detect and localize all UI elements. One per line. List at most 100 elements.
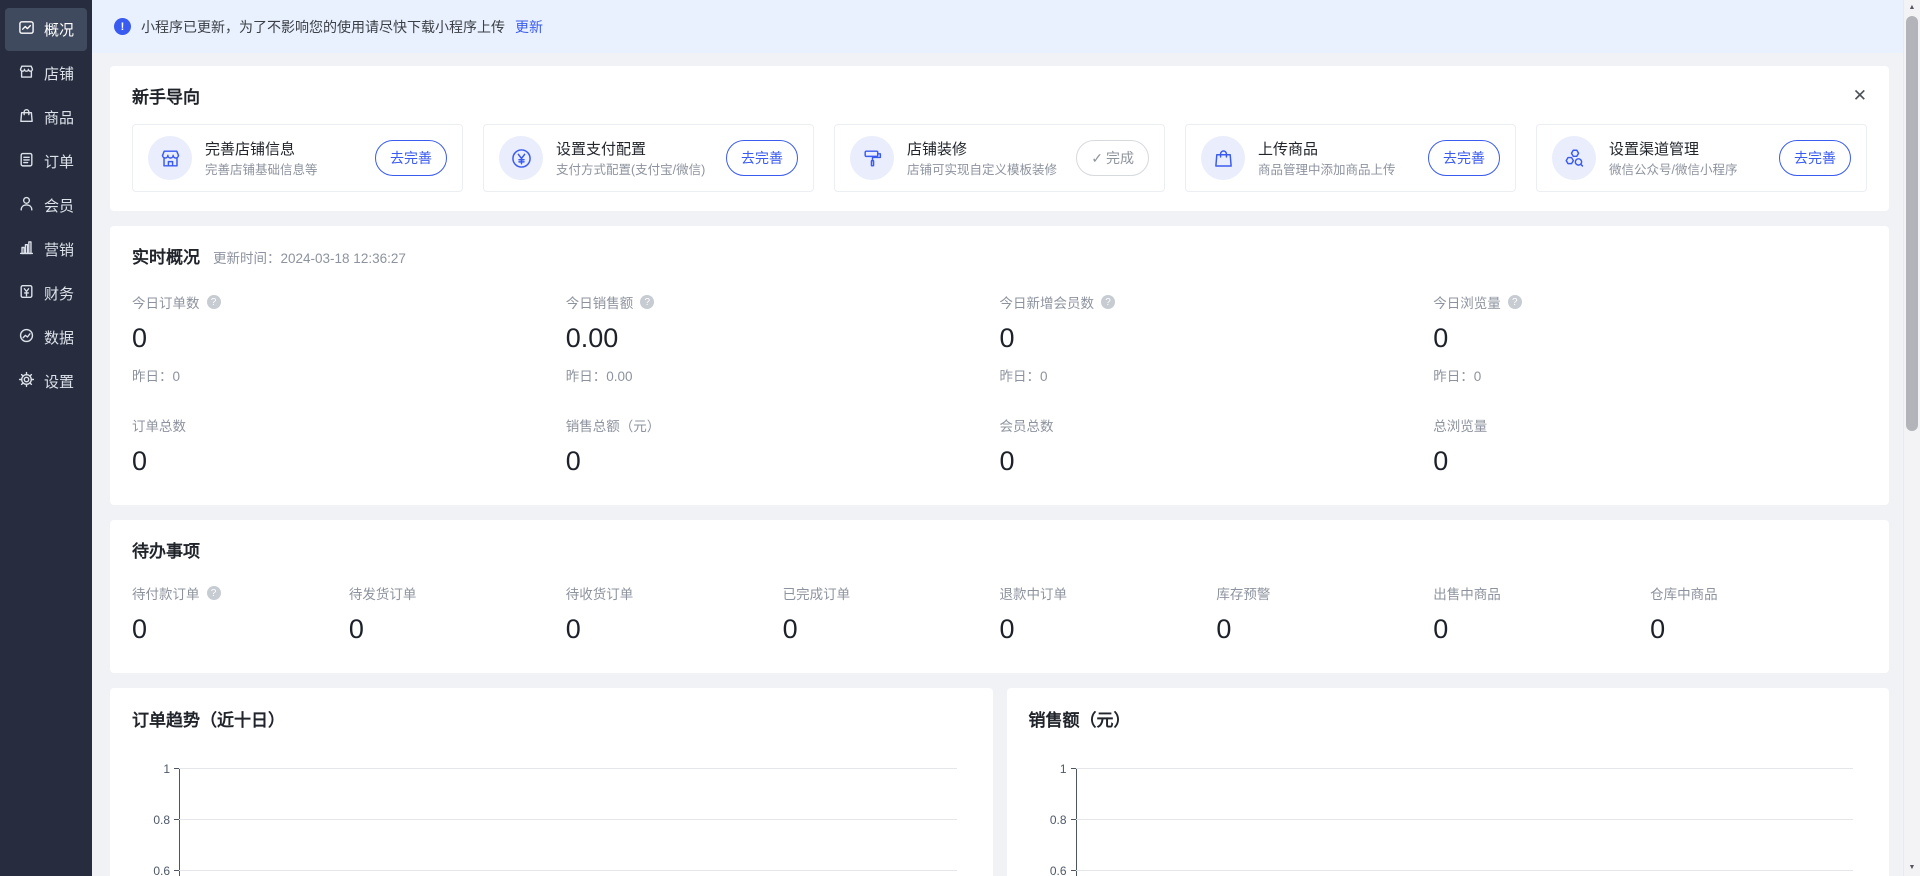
y-tick-label: 0.6 [1050,864,1067,876]
marketing-icon [18,239,35,260]
help-icon[interactable]: ? [640,295,654,309]
order-trend-title: 订单趋势（近十日） [132,706,971,731]
sidebar-item-label: 商品 [44,107,74,128]
stat-today-orders: 今日订单数? 0 昨日：0 [132,292,566,385]
todo-warehouse-goods: 仓库中商品 0 [1650,583,1867,645]
sidebar-item-goods[interactable]: 商品 [5,96,87,139]
help-icon[interactable]: ? [1508,295,1522,309]
sidebar-item-label: 订单 [44,151,74,172]
todo-pending-receipt: 待收货订单 0 [566,583,783,645]
sidebar-item-marketing[interactable]: 营销 [5,228,87,271]
y-tick-label: 1 [163,762,170,776]
stat-value: 0 [132,446,566,477]
todo-completed-orders: 已完成订单 0 [783,583,1000,645]
newbie-guide-card: 新手导向 ✕ 完善店铺信息 完善店铺基础信息等 去完善 [110,66,1889,211]
guide-item-title: 完善店铺信息 [205,141,295,158]
order-icon [18,151,35,172]
guide-item-title: 上传商品 [1258,141,1318,158]
info-icon: ! [114,18,131,35]
sidebar-item-label: 营销 [44,239,74,260]
stat-total-orders: 订单总数 0 [132,415,566,477]
help-icon[interactable]: ? [207,586,221,600]
sidebar-item-order[interactable]: 订单 [5,140,87,183]
stat-yesterday: 昨日：0 [132,365,566,385]
stat-value: 0.00 [566,323,1000,354]
scrollbar-thumb[interactable] [1906,16,1918,431]
todo-value: 0 [1000,614,1217,645]
order-trend-chart-card: 订单趋势（近十日） 1 0.8 0.6 0.4 [110,688,993,876]
go-complete-button[interactable]: 去完善 [726,140,798,176]
y-axis [1076,768,1077,876]
close-icon[interactable]: ✕ [1853,87,1867,104]
update-time: 更新时间：2024-03-18 12:36:27 [213,247,406,267]
y-tick-label: 1 [1060,762,1067,776]
guide-item-subtitle: 商品管理中添加商品上传 [1258,163,1396,177]
y-tick-label: 0.6 [153,864,170,876]
stat-total-pageviews: 总浏览量 0 [1433,415,1867,477]
todo-pending-shipment: 待发货订单 0 [349,583,566,645]
channel-icon [1552,136,1596,180]
guide-item-subtitle: 支付方式配置(支付宝/微信) [556,163,705,177]
guide-item-shop-decorate: 店铺装修 店铺可实现自定义模板装修 ✓完成 [834,124,1165,192]
sidebar-item-label: 店铺 [44,63,74,84]
realtime-overview-card: 实时概况 更新时间：2024-03-18 12:36:27 今日订单数? 0 昨… [110,226,1889,505]
overview-icon [18,19,35,40]
decorate-icon [850,136,894,180]
app-window: 概况 店铺 商品 订单 会员 营销 财务 数据 [0,0,1920,876]
go-complete-button[interactable]: 去完善 [375,140,447,176]
stat-yesterday: 昨日：0.00 [566,365,1000,385]
guide-item-subtitle: 完善店铺基础信息等 [205,163,318,177]
todo-value: 0 [132,614,349,645]
pay-icon [499,136,543,180]
guide-item-channel-manage: 设置渠道管理 微信公众号/微信小程序 去完善 [1536,124,1867,192]
sidebar: 概况 店铺 商品 订单 会员 营销 财务 数据 [0,0,92,876]
stat-value: 0 [566,446,1000,477]
check-icon: ✓ [1091,150,1103,166]
member-icon [18,195,35,216]
y-tick-label: 0.8 [153,813,170,827]
help-icon[interactable]: ? [207,295,221,309]
scroll-down-icon[interactable]: ▼ [1904,864,1920,871]
guide-item-upload-goods: 上传商品 商品管理中添加商品上传 去完善 [1185,124,1516,192]
sidebar-item-settings[interactable]: 设置 [5,360,87,403]
todo-value: 0 [566,614,783,645]
guide-item-subtitle: 店铺可实现自定义模板装修 [907,163,1057,177]
y-axis [179,768,180,876]
go-complete-button[interactable]: 去完善 [1779,140,1851,176]
sidebar-item-label: 概况 [44,19,74,40]
store-icon [148,136,192,180]
sidebar-item-finance[interactable]: 财务 [5,272,87,315]
go-complete-button[interactable]: 去完善 [1428,140,1500,176]
guide-item-store-info: 完善店铺信息 完善店铺基础信息等 去完善 [132,124,463,192]
notice-bar: ! 小程序已更新，为了不影响您的使用请尽快下载小程序上传 更新 [92,0,1903,53]
sidebar-item-label: 会员 [44,195,74,216]
settings-icon [18,371,35,392]
stat-total-members: 会员总数 0 [1000,415,1434,477]
order-trend-plot: 1 0.8 0.6 0.4 [179,768,957,876]
y-tick-label: 0.8 [1050,813,1067,827]
todo-value: 0 [1216,614,1433,645]
vertical-scrollbar[interactable]: ▲ ▼ [1903,0,1920,876]
help-icon[interactable]: ? [1101,295,1115,309]
stat-value: 0 [1000,323,1434,354]
sidebar-item-member[interactable]: 会员 [5,184,87,227]
guide-item-title: 店铺装修 [907,141,967,158]
stat-value: 0 [1433,446,1867,477]
scroll-up-icon[interactable]: ▲ [1904,4,1920,11]
stat-today-new-members: 今日新增会员数? 0 昨日：0 [1000,292,1434,385]
stat-value: 0 [1433,323,1867,354]
notice-update-link[interactable]: 更新 [515,17,543,37]
todo-stock-warning: 库存预警 0 [1216,583,1433,645]
sidebar-item-shop[interactable]: 店铺 [5,52,87,95]
stat-total-sales: 销售总额（元） 0 [566,415,1000,477]
newbie-guide-title: 新手导向 [132,83,200,108]
sidebar-item-overview[interactable]: 概况 [5,8,87,51]
sidebar-item-data[interactable]: 数据 [5,316,87,359]
shop-icon [18,63,35,84]
sales-amount-chart-card: 销售额（元） 1 0.8 0.6 0.4 [1007,688,1890,876]
sidebar-item-label: 设置 [44,371,74,392]
done-button[interactable]: ✓完成 [1076,140,1149,176]
guide-item-payment-config: 设置支付配置 支付方式配置(支付宝/微信) 去完善 [483,124,814,192]
finance-icon [18,283,35,304]
stat-yesterday: 昨日：0 [1000,365,1434,385]
